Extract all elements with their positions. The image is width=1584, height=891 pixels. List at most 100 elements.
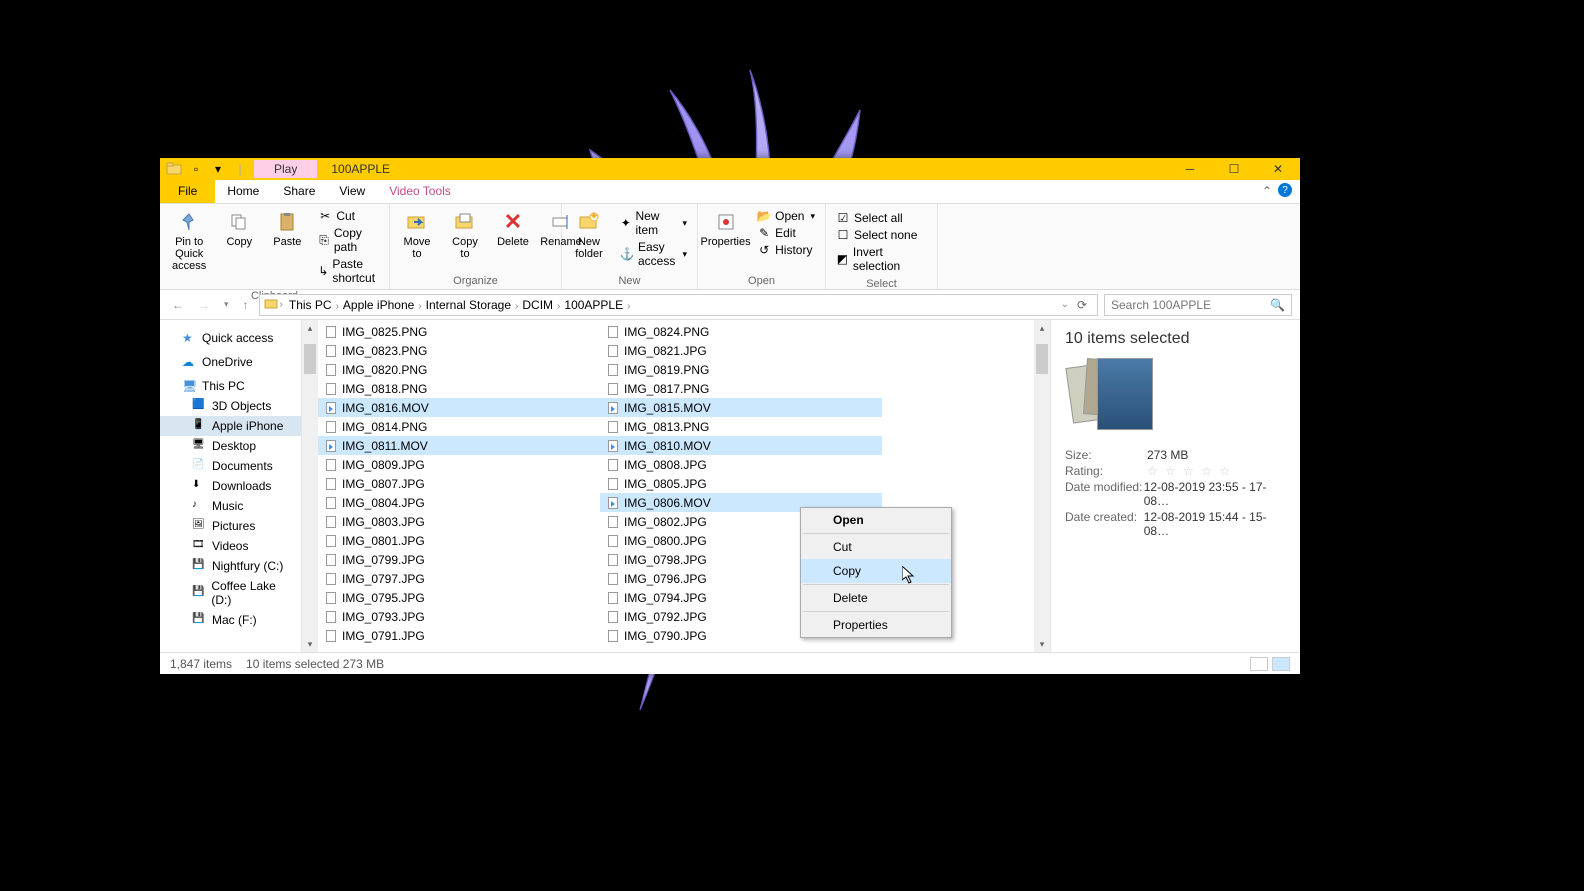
- back-button[interactable]: ←: [168, 298, 188, 312]
- breadcrumb-item[interactable]: 100APPLE: [560, 298, 627, 312]
- invertselection-button[interactable]: ◩Invert selection: [832, 244, 931, 274]
- properties-button[interactable]: Properties: [702, 206, 749, 273]
- selectnone-button[interactable]: ☐Select none: [832, 227, 931, 243]
- ctx-open[interactable]: Open: [801, 508, 951, 532]
- file-item[interactable]: IMG_0795.JPG: [318, 588, 600, 607]
- file-item[interactable]: IMG_0813.PNG: [600, 417, 882, 436]
- nav-quickaccess[interactable]: ★Quick access: [160, 328, 301, 348]
- file-item[interactable]: IMG_0803.JPG: [318, 512, 600, 531]
- file-item[interactable]: IMG_0809.JPG: [318, 455, 600, 474]
- edit-button[interactable]: ✎Edit: [753, 225, 819, 241]
- file-item[interactable]: IMG_0810.MOV: [600, 436, 882, 455]
- file-item[interactable]: IMG_0820.PNG: [318, 360, 600, 379]
- scrollbar-thumb[interactable]: [304, 344, 316, 374]
- file-item[interactable]: IMG_0816.MOV: [318, 398, 600, 417]
- file-item[interactable]: IMG_0819.PNG: [600, 360, 882, 379]
- file-item[interactable]: IMG_0797.JPG: [318, 569, 600, 588]
- ctx-copy[interactable]: Copy: [801, 559, 951, 583]
- qat-item[interactable]: ▫: [188, 161, 204, 177]
- file-item[interactable]: IMG_0793.JPG: [318, 607, 600, 626]
- open-button[interactable]: 📂Open▾: [753, 208, 819, 224]
- address-bar[interactable]: › This PC›Apple iPhone›Internal Storage›…: [259, 294, 1098, 316]
- file-item[interactable]: IMG_0815.MOV: [600, 398, 882, 417]
- title-bar[interactable]: ▫ ▾ | Play 100APPLE ─ ☐ ✕: [160, 158, 1300, 180]
- copy-button[interactable]: Copy: [216, 206, 262, 288]
- delete-button[interactable]: ✕Delete: [490, 206, 536, 273]
- breadcrumb-item[interactable]: Internal Storage: [422, 298, 515, 312]
- tab-share[interactable]: Share: [271, 180, 327, 203]
- scroll-down-icon[interactable]: ▾: [302, 636, 318, 652]
- file-item[interactable]: IMG_0811.MOV: [318, 436, 600, 455]
- paste-button[interactable]: Paste: [264, 206, 310, 288]
- refresh-button[interactable]: ⟳: [1071, 298, 1093, 312]
- search-box[interactable]: 🔍: [1104, 294, 1292, 316]
- file-item[interactable]: IMG_0824.PNG: [600, 322, 882, 341]
- nav-item[interactable]: 💾Nightfury (C:): [160, 556, 301, 576]
- nav-item[interactable]: 🖥Desktop: [160, 436, 301, 456]
- rating-stars[interactable]: ☆ ☆ ☆ ☆ ☆: [1147, 464, 1232, 478]
- nav-item[interactable]: 🎞Videos: [160, 536, 301, 556]
- chevron-right-icon[interactable]: ›: [627, 301, 630, 312]
- pasteshortcut-button[interactable]: ↳Paste shortcut: [314, 256, 383, 286]
- icons-view-button[interactable]: [1272, 657, 1290, 671]
- pin-quickaccess-button[interactable]: Pin to Quick access: [164, 206, 214, 288]
- search-icon[interactable]: 🔍: [1270, 298, 1285, 312]
- help-icon[interactable]: ?: [1278, 183, 1292, 197]
- minimize-button[interactable]: ─: [1168, 158, 1212, 180]
- file-item[interactable]: IMG_0817.PNG: [600, 379, 882, 398]
- scroll-down-icon[interactable]: ▾: [1034, 636, 1050, 652]
- contextual-tab-play[interactable]: Play: [254, 160, 317, 178]
- file-item[interactable]: IMG_0807.JPG: [318, 474, 600, 493]
- copyto-button[interactable]: Copy to: [442, 206, 488, 273]
- tab-video-tools[interactable]: Video Tools: [377, 180, 463, 203]
- newfolder-button[interactable]: ✦New folder: [566, 206, 612, 273]
- nav-item[interactable]: 📄Documents: [160, 456, 301, 476]
- scroll-up-icon[interactable]: ▴: [302, 320, 318, 336]
- file-item[interactable]: IMG_0818.PNG: [318, 379, 600, 398]
- file-item[interactable]: IMG_0804.JPG: [318, 493, 600, 512]
- collapse-ribbon-icon[interactable]: ⌃: [1262, 184, 1272, 198]
- file-item[interactable]: IMG_0808.JPG: [600, 455, 882, 474]
- file-item[interactable]: IMG_0799.JPG: [318, 550, 600, 569]
- file-item[interactable]: IMG_0823.PNG: [318, 341, 600, 360]
- file-item[interactable]: IMG_0821.JPG: [600, 341, 882, 360]
- easyaccess-button[interactable]: ⚓Easy access▾: [616, 239, 691, 269]
- file-item[interactable]: IMG_0805.JPG: [600, 474, 882, 493]
- close-button[interactable]: ✕: [1256, 158, 1300, 180]
- search-input[interactable]: [1111, 298, 1270, 312]
- nav-onedrive[interactable]: ☁OneDrive: [160, 352, 301, 372]
- nav-item[interactable]: 🟦3D Objects: [160, 396, 301, 416]
- history-button[interactable]: ↺History: [753, 242, 819, 258]
- forward-button[interactable]: →: [194, 298, 214, 312]
- ctx-properties[interactable]: Properties: [801, 613, 951, 637]
- scroll-up-icon[interactable]: ▴: [1034, 320, 1050, 336]
- file-item[interactable]: IMG_0825.PNG: [318, 322, 600, 341]
- dropdown-icon[interactable]: ⌄: [1061, 299, 1069, 310]
- moveto-button[interactable]: Move to: [394, 206, 440, 273]
- ctx-cut[interactable]: Cut: [801, 535, 951, 559]
- breadcrumb-item[interactable]: This PC: [285, 298, 336, 312]
- breadcrumb-item[interactable]: Apple iPhone: [339, 298, 418, 312]
- file-item[interactable]: IMG_0791.JPG: [318, 626, 600, 645]
- nav-item[interactable]: ♪Music: [160, 496, 301, 516]
- selectall-button[interactable]: ☑Select all: [832, 210, 931, 226]
- nav-item[interactable]: 🖼Pictures: [160, 516, 301, 536]
- chevron-right-icon[interactable]: ›: [280, 299, 283, 310]
- ctx-delete[interactable]: Delete: [801, 586, 951, 610]
- up-button[interactable]: ↑: [239, 298, 253, 312]
- nav-item[interactable]: 📱Apple iPhone: [160, 416, 301, 436]
- maximize-button[interactable]: ☐: [1212, 158, 1256, 180]
- copypath-button[interactable]: ⎘Copy path: [314, 225, 383, 255]
- nav-item[interactable]: 💾Coffee Lake (D:): [160, 576, 301, 610]
- cut-button[interactable]: ✂Cut: [314, 208, 383, 224]
- navigation-pane[interactable]: ★Quick access ☁OneDrive 🖥This PC 🟦3D Obj…: [160, 320, 302, 652]
- tab-home[interactable]: Home: [215, 180, 271, 203]
- nav-thispc[interactable]: 🖥This PC: [160, 376, 301, 396]
- file-item[interactable]: IMG_0814.PNG: [318, 417, 600, 436]
- tab-view[interactable]: View: [327, 180, 377, 203]
- details-view-button[interactable]: [1250, 657, 1268, 671]
- qat-item[interactable]: ▾: [210, 161, 226, 177]
- recent-dropdown-icon[interactable]: ▾: [220, 299, 233, 310]
- breadcrumb-item[interactable]: DCIM: [518, 298, 557, 312]
- newitem-button[interactable]: ✦New item▾: [616, 208, 691, 238]
